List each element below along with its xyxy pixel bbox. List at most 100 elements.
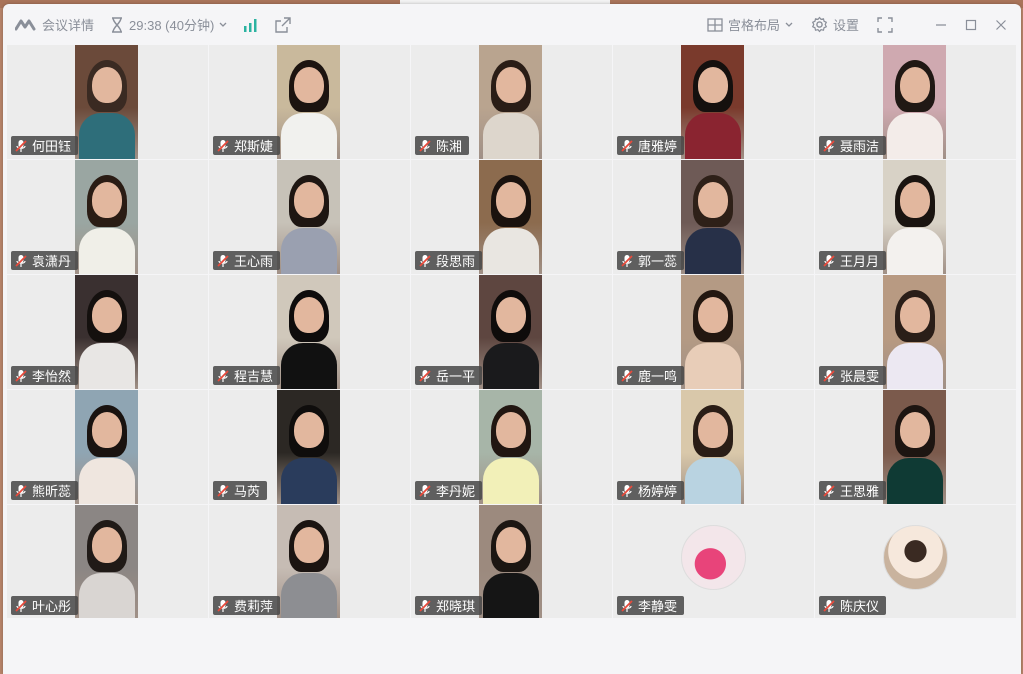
participant-name: 岳一平: [436, 369, 476, 384]
participant-tile[interactable]: 王月月: [815, 160, 1016, 274]
participant-video: [75, 390, 138, 504]
microphone-muted-icon: [823, 484, 835, 498]
hourglass-icon: [110, 16, 124, 33]
participant-tile[interactable]: 段思雨: [411, 160, 612, 274]
microphone-muted-icon: [419, 599, 431, 613]
participant-tile[interactable]: 王思雅: [815, 390, 1016, 504]
participant-tile[interactable]: 郑晓琪: [411, 505, 612, 619]
participant-tile[interactable]: 陈庆仪: [815, 505, 1016, 619]
network-signal-icon[interactable]: [243, 18, 259, 32]
participant-video: [479, 160, 542, 274]
meeting-timer[interactable]: 29:38 (40分钟): [110, 15, 227, 34]
participant-name: 唐雅婷: [638, 139, 678, 154]
participant-tile[interactable]: 李静雯: [613, 505, 814, 619]
maximize-icon[interactable]: [965, 19, 977, 31]
participant-tile[interactable]: 费莉萍: [209, 505, 410, 619]
close-icon[interactable]: [995, 19, 1007, 31]
participant-name: 张晨雯: [840, 369, 880, 384]
microphone-muted-icon: [217, 139, 229, 153]
participant-name-tag: 岳一平: [415, 366, 483, 385]
microphone-muted-icon: [217, 254, 229, 268]
microphone-muted-icon: [621, 139, 633, 153]
participant-name: 郑晓琪: [436, 599, 476, 614]
participant-name-tag: 何田钰: [11, 136, 79, 155]
participant-tile[interactable]: 郑斯婕: [209, 45, 410, 159]
participant-avatar: [883, 525, 948, 590]
participant-name: 王思雅: [840, 484, 880, 499]
meeting-details-label: 会议详情: [42, 18, 95, 33]
participant-tile[interactable]: 李怡然: [7, 275, 208, 389]
participant-name-tag: 聂雨洁: [819, 136, 887, 155]
microphone-muted-icon: [15, 484, 27, 498]
participant-video: [883, 160, 946, 274]
participant-name-tag: 郭一蕊: [617, 251, 685, 270]
participant-name: 王月月: [840, 254, 880, 269]
participant-grid: 何田钰 郑斯婕 陈湘 唐雅婷 聂雨洁袁潇丹 王心雨 段思雨 郭一蕊 王月月李怡然 程吉慧 岳一平 鹿一…: [7, 45, 1016, 619]
participant-name-tag: 王月月: [819, 251, 887, 270]
microphone-muted-icon: [621, 369, 633, 383]
participant-name: 郭一蕊: [638, 254, 678, 269]
participant-tile[interactable]: 聂雨洁: [815, 45, 1016, 159]
minimize-icon[interactable]: [935, 19, 947, 31]
participant-video: [883, 275, 946, 389]
participant-tile[interactable]: 熊昕蕊: [7, 390, 208, 504]
participant-name: 鹿一鸣: [638, 369, 678, 384]
participant-name-tag: 熊昕蕊: [11, 481, 79, 500]
pop-out-icon[interactable]: [275, 16, 291, 33]
grid-layout-icon: [707, 17, 723, 32]
participant-name-tag: 唐雅婷: [617, 136, 685, 155]
participant-video: [681, 275, 744, 389]
participant-name-tag: 李丹妮: [415, 481, 483, 500]
participant-name: 程吉慧: [234, 369, 274, 384]
participant-tile[interactable]: 王心雨: [209, 160, 410, 274]
settings-button[interactable]: 设置: [811, 15, 859, 34]
participant-name: 何田钰: [32, 139, 72, 154]
grid-layout-button[interactable]: 宫格布局: [707, 15, 793, 34]
tencent-meeting-logo-icon: [15, 19, 37, 31]
participant-video: [883, 45, 946, 159]
microphone-muted-icon: [621, 254, 633, 268]
bottom-empty-area: [3, 618, 1021, 674]
participant-tile[interactable]: 袁潇丹: [7, 160, 208, 274]
fullscreen-icon[interactable]: [877, 16, 893, 33]
participant-name-tag: 王心雨: [213, 251, 281, 270]
participant-name-tag: 李怡然: [11, 366, 79, 385]
participant-tile[interactable]: 陈湘: [411, 45, 612, 159]
participant-video: [479, 390, 542, 504]
gear-icon: [811, 16, 828, 33]
participant-tile[interactable]: 郭一蕊: [613, 160, 814, 274]
participant-video: [75, 45, 138, 159]
participant-name: 杨婷婷: [638, 484, 678, 499]
chevron-down-icon: [219, 22, 227, 28]
participant-name: 陈庆仪: [840, 599, 880, 614]
participant-name-tag: 杨婷婷: [617, 481, 685, 500]
participant-name: 李静雯: [638, 599, 678, 614]
participant-tile[interactable]: 鹿一鸣: [613, 275, 814, 389]
participant-video: [277, 160, 340, 274]
settings-label: 设置: [832, 18, 859, 33]
microphone-muted-icon: [15, 599, 27, 613]
participant-tile[interactable]: 马芮: [209, 390, 410, 504]
participant-video: [75, 160, 138, 274]
participant-name-tag: 王思雅: [819, 481, 887, 500]
participant-tile[interactable]: 岳一平: [411, 275, 612, 389]
participant-name: 郑斯婕: [234, 139, 274, 154]
participant-tile[interactable]: 唐雅婷: [613, 45, 814, 159]
participant-tile[interactable]: 杨婷婷: [613, 390, 814, 504]
meeting-details-button[interactable]: 会议详情: [15, 15, 94, 34]
microphone-muted-icon: [217, 599, 229, 613]
participant-tile[interactable]: 李丹妮: [411, 390, 612, 504]
microphone-muted-icon: [15, 139, 27, 153]
participant-name: 陈湘: [436, 139, 463, 154]
chevron-down-icon: [785, 22, 793, 28]
participant-tile[interactable]: 何田钰: [7, 45, 208, 159]
participant-tile[interactable]: 程吉慧: [209, 275, 410, 389]
participant-tile[interactable]: 叶心彤: [7, 505, 208, 619]
participant-video: [75, 275, 138, 389]
participant-tile[interactable]: 张晨雯: [815, 275, 1016, 389]
microphone-muted-icon: [823, 599, 835, 613]
participant-name-tag: 郑晓琪: [415, 596, 483, 615]
participant-video: [75, 505, 138, 619]
participant-name-tag: 袁潇丹: [11, 251, 79, 270]
participant-video: [479, 505, 542, 619]
